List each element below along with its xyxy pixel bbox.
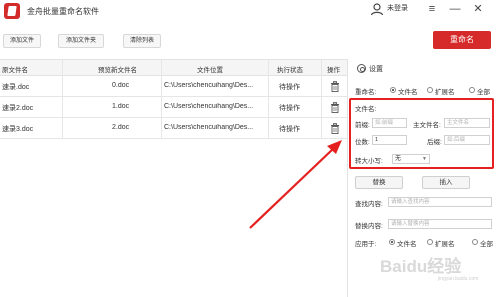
app-logo-icon (4, 3, 20, 19)
header-original-name: 原文件名 (2, 67, 28, 74)
column-divider (268, 59, 269, 139)
apply-radio-extension-label[interactable]: 扩展名 (435, 238, 455, 248)
table-row[interactable]: 速录3.doc 2.doc C:\Users\chencuihang\Des..… (0, 118, 347, 139)
apply-radio-extension[interactable] (427, 239, 433, 245)
trash-icon[interactable] (330, 123, 340, 134)
settings-title: 设置 (369, 66, 383, 73)
highlight-box (349, 98, 494, 169)
insert-button[interactable]: 插入 (422, 176, 470, 189)
column-divider (321, 59, 322, 139)
radio-filename[interactable] (390, 87, 396, 93)
original-name: 速录3.doc (2, 126, 34, 133)
file-location: C:\Users\chencuihang\Des... (164, 103, 254, 110)
preview-name: 2.doc (112, 124, 130, 131)
gear-icon (357, 64, 366, 73)
close-icon[interactable]: ✕ (470, 1, 486, 17)
table-header: 原文件名 预览新文件名 文件位置 执行状态 操作 (0, 59, 347, 76)
find-input[interactable]: 请输入查找内容 (388, 197, 492, 207)
header-action: 操作 (327, 67, 340, 74)
apply-radio-filename[interactable] (389, 239, 395, 245)
radio-filename-label[interactable]: 文件名 (398, 86, 418, 96)
replace-button[interactable]: 替换 (355, 176, 403, 189)
trash-icon[interactable] (330, 81, 340, 92)
status: 待操作 (279, 126, 300, 133)
original-name: 速录2.doc (2, 105, 34, 112)
login-status[interactable]: 未登录 (387, 3, 408, 13)
column-divider (62, 59, 63, 139)
apply-radio-all-label[interactable]: 全部 (480, 238, 493, 248)
header-status: 执行状态 (277, 67, 303, 74)
radio-extension-label[interactable]: 扩展名 (435, 86, 455, 96)
status: 待操作 (279, 84, 300, 91)
header-location: 文件位置 (197, 67, 223, 74)
minimize-icon[interactable]: — (447, 1, 463, 17)
apply-radio-all[interactable] (472, 239, 478, 245)
app-title: 金舟批量重命名软件 (27, 7, 99, 16)
add-folder-button[interactable]: 添加文件夹 (58, 34, 104, 48)
find-label: 查找内容: (355, 201, 383, 208)
column-divider (161, 59, 162, 139)
rename-mode-label: 重命名: (355, 89, 377, 96)
watermark: Baidu经验 (380, 257, 462, 276)
preview-name: 1.doc (112, 103, 130, 110)
clear-list-button[interactable]: 清除列表 (123, 34, 161, 48)
table-row[interactable]: 速录.doc 0.doc C:\Users\chencuihang\Des...… (0, 76, 347, 97)
file-location: C:\Users\chencuihang\Des... (164, 124, 254, 131)
status: 待操作 (279, 105, 300, 112)
original-name: 速录.doc (2, 84, 30, 91)
title-bar: 金舟批量重命名软件 未登录 ≡ — ✕ (0, 0, 500, 26)
replace-input[interactable]: 请输入替换内容 (388, 219, 492, 229)
rename-button[interactable]: 重命名 (433, 31, 491, 49)
file-location: C:\Users\chencuihang\Des... (164, 82, 254, 89)
add-file-button[interactable]: 添加文件 (3, 34, 41, 48)
apply-to-label: 应用于: (355, 241, 377, 248)
preview-name: 0.doc (112, 82, 130, 89)
table-row[interactable]: 速录2.doc 1.doc C:\Users\chencuihang\Des..… (0, 97, 347, 118)
menu-icon[interactable]: ≡ (424, 1, 440, 17)
replace-content-label: 替换内容: (355, 223, 383, 230)
radio-all-label[interactable]: 全部 (477, 86, 490, 96)
radio-all[interactable] (469, 87, 475, 93)
watermark-sub: jingyan.baidu.com (438, 276, 479, 282)
trash-icon[interactable] (330, 102, 340, 113)
header-preview-name: 预览新文件名 (98, 67, 137, 74)
user-icon[interactable] (370, 2, 384, 16)
radio-extension[interactable] (427, 87, 433, 93)
apply-radio-filename-label[interactable]: 文件名 (397, 238, 417, 248)
